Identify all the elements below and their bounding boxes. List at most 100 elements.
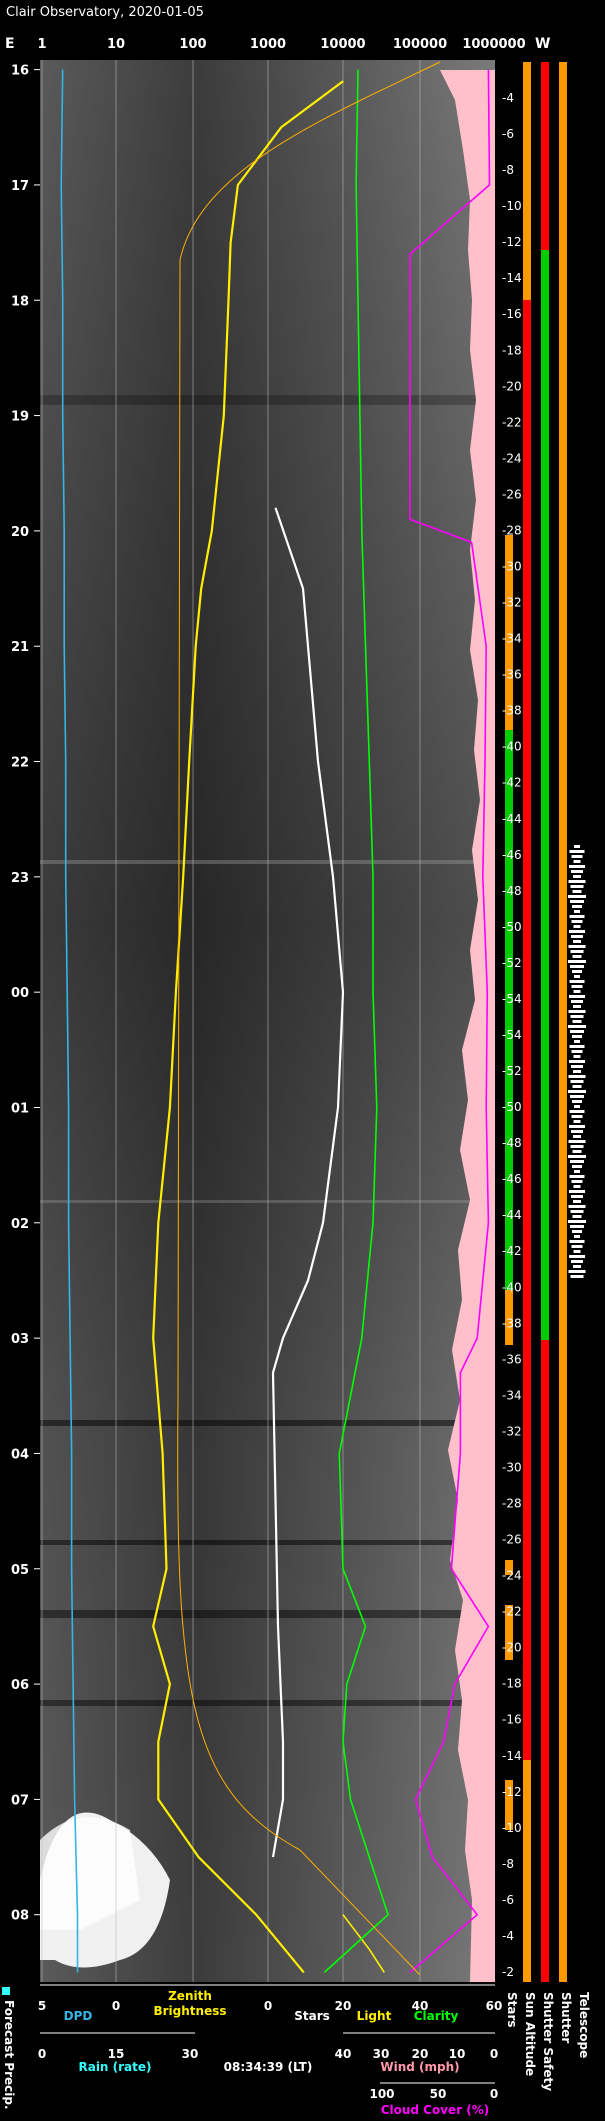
- telescope-status-tick: [569, 1240, 585, 1243]
- sun-altitude-label: -44: [502, 1208, 522, 1222]
- telescope-status-tick: [569, 980, 585, 983]
- sun-altitude-label: -30: [502, 560, 522, 574]
- sun-altitude-segment: [523, 1760, 531, 1982]
- telescope-status-tick: [570, 1210, 584, 1213]
- rain-tick: 30: [182, 2047, 199, 2061]
- sun-altitude-label: -48: [502, 884, 522, 898]
- telescope-status-tick: [568, 1140, 586, 1143]
- cloud-tick: 50: [430, 2087, 447, 2101]
- top-tick: 100: [179, 37, 206, 52]
- telescope-status-tick: [573, 1250, 581, 1253]
- top-axis-ticks: 1 10 100 1000 10000 100000 1000000: [37, 37, 525, 52]
- sun-altitude-label: -8: [502, 1857, 514, 1871]
- telescope-status-tick: [569, 1255, 585, 1258]
- telescope-status-tick: [568, 1270, 586, 1273]
- telescope-status-tick: [572, 955, 582, 958]
- telescope-status-tick: [570, 900, 584, 903]
- telescope-status-tick: [572, 1085, 582, 1088]
- rain-tick: 15: [108, 2047, 125, 2061]
- hour-label: 07: [11, 1793, 29, 1808]
- telescope-status-tick: [570, 950, 584, 953]
- hour-label: 02: [11, 1217, 29, 1232]
- telescope-status-tick: [570, 1160, 584, 1163]
- telescope-status-tick: [571, 1195, 583, 1198]
- telescope-status-tick: [574, 975, 580, 978]
- telescope-status-tick: [573, 860, 581, 863]
- sun-altitude-label: -18: [502, 343, 522, 357]
- sun-altitude-label: -14: [502, 1749, 522, 1763]
- telescope-status-tick: [571, 935, 583, 938]
- hour-label: 01: [11, 1101, 29, 1116]
- telescope-status-tick: [568, 1205, 586, 1208]
- dpd-tick: 0: [112, 1999, 120, 2013]
- bottom-axes: 5 0 DPD Zenith Brightness 0 Stars 20 Lig…: [38, 1984, 502, 2117]
- sun-altitude-label: -16: [502, 1713, 522, 1727]
- sun-altitude-label: -14: [502, 271, 522, 285]
- sun-altitude-label: -38: [502, 704, 522, 718]
- top-tick: 10: [107, 37, 125, 52]
- telescope-status-tick: [569, 1190, 585, 1193]
- top-tick: 1: [37, 37, 46, 52]
- rain-axis-label: Rain (rate): [78, 2060, 151, 2074]
- telescope-status-tick: [574, 845, 580, 848]
- stars-tick: 0: [264, 1999, 272, 2013]
- hour-label: 03: [11, 1332, 29, 1347]
- shutter-safety-side-label: Shutter Safety: [541, 1992, 555, 2091]
- telescope-status-tick: [572, 1020, 582, 1023]
- telescope-status-tick: [573, 940, 581, 943]
- sun-altitude-label: -20: [502, 379, 522, 393]
- observatory-chart: Clair Observatory, 2020-01-05 E W 1 10 1…: [2, 5, 591, 2117]
- hour-label: 22: [11, 756, 29, 771]
- sun-altitude-label: -40: [502, 740, 522, 754]
- telescope-status-tick: [574, 910, 580, 913]
- telescope-status-tick: [568, 1075, 586, 1078]
- sun-altitude-segment: [523, 300, 531, 1760]
- telescope-status-tick: [570, 1275, 584, 1278]
- rain-tick: 0: [38, 2047, 46, 2061]
- telescope-status-tick: [570, 1015, 584, 1018]
- stars-axis-label: Stars: [294, 2009, 330, 2023]
- sun-altitude-label: -34: [502, 632, 522, 646]
- shutter-safety-segment: [541, 250, 549, 1340]
- telescope-status-tick: [568, 880, 586, 883]
- telescope-status-tick: [570, 1095, 584, 1098]
- wind-tick: 10: [449, 2047, 466, 2061]
- telescope-status-tick: [573, 1120, 581, 1123]
- telescope-status-tick: [571, 1130, 583, 1133]
- chart-title: Clair Observatory, 2020-01-05: [6, 5, 204, 20]
- telescope-status-tick: [574, 1235, 580, 1238]
- sun-altitude-label: -10: [502, 199, 522, 213]
- sun-altitude-label: -22: [502, 415, 522, 429]
- telescope-status-tick: [572, 970, 582, 973]
- sun-altitude-label: -24: [502, 1569, 522, 1583]
- telescope-status-tick: [572, 905, 582, 908]
- zenith-label-1: Zenith: [168, 1989, 212, 2003]
- telescope-status-tick: [569, 1110, 585, 1113]
- sun-altitude-label: -54: [502, 992, 522, 1006]
- telescope-status-tick: [569, 865, 585, 868]
- hour-label: 00: [11, 986, 29, 1001]
- telescope-status-tick: [573, 1185, 581, 1188]
- telescope-status-tick: [570, 1225, 584, 1228]
- sun-altitude-label: -18: [502, 1677, 522, 1691]
- telescope-status-tick: [572, 1230, 582, 1233]
- telescope-status-tick: [568, 1090, 586, 1093]
- telescope-status-tick: [570, 885, 584, 888]
- light-tick: 20: [335, 1999, 352, 2013]
- hour-label: 16: [11, 64, 29, 79]
- sun-altitude-label: -12: [502, 235, 522, 249]
- telescope-status-tick: [573, 1055, 581, 1058]
- telescope-status-tick: [572, 1150, 582, 1153]
- telescope-status-tick: [568, 895, 586, 898]
- hour-label: 17: [11, 179, 29, 194]
- sun-altitude-side-label: Sun Altitude: [523, 1992, 537, 2076]
- telescope-status-tick: [573, 990, 581, 993]
- east-label: E: [5, 36, 15, 52]
- telescope-status-tick: [571, 1115, 583, 1118]
- telescope-status-tick: [569, 1125, 585, 1128]
- telescope-status-tick: [572, 1165, 582, 1168]
- shutter-segment: [559, 62, 567, 1982]
- shutter-safety-segment: [541, 1340, 549, 1982]
- telescope-status-tick: [573, 1005, 581, 1008]
- telescope-status-tick: [569, 930, 585, 933]
